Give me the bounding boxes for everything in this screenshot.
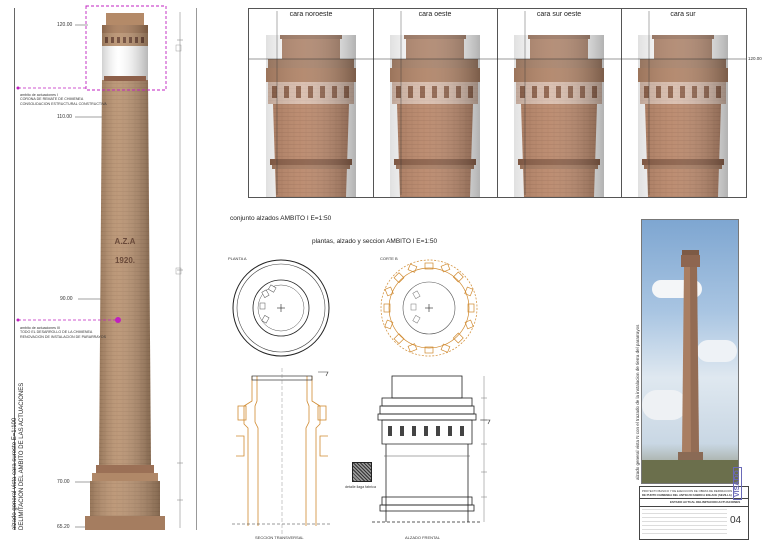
inscription-aza: A.Z.A [115,237,136,246]
crown-level-label: 120.00 [748,56,762,61]
crown-faces-panel: cara noroeste cara oeste cara sur oeste … [248,8,762,198]
elevation-title: alzado general vista cara sureste E=1:10… [12,370,26,530]
detalle-label: detalle llaga fabrica [345,485,376,489]
visado-stamp: VISADO [733,467,742,500]
tb-project2: DE PUNTO CHIMENEA DEL ANTIGUO FABRICA EN… [642,493,732,497]
note-ambito-iii-line2: RENOVACION DE INSTALACION DE PARARRAYOS [20,334,106,339]
note-ambito-i-line2: CONSOLIDACION ESTRUCTURAL CONSTRUCTIVA [20,101,107,106]
elevation-title-line2: DELIMITACION DEL AMBITO DE LAS ACTUACION… [19,382,25,530]
detalle-swatch [352,462,372,482]
plantas-heading: plantas, alzado y seccion AMBITO I E=1:5… [312,238,438,245]
photo-caption: alzado general vista N con el trazado de… [635,324,640,480]
inscription-year: 1920. [115,256,135,265]
elevation-title-line1: alzado general vista cara sureste E=1:10… [12,417,18,530]
tb-divider-1 [640,498,748,499]
alzado-frontal-drawing [372,375,491,523]
note-ambito-iii: ambito de actuaciones III TODO EL DESARR… [20,326,106,339]
planta-a-drawing [232,259,330,357]
corte-b-drawing [380,259,478,357]
site-photo [641,219,739,484]
tb-lines [642,509,727,537]
left-elevation-panel: 120.00 110.00 90.00 70.00 65.20 A.Z.A 19… [0,0,200,543]
tb-plan-title: ESTADO ACTUAL DELIMITACION ACTUACIONES [670,500,741,504]
seccion-transversal-drawing [232,368,332,534]
conjunto-heading: conjunto alzados AMBITO I E=1:50 [230,215,332,222]
crown-faces-drawing [249,11,746,197]
chimney-elevation-drawing: A.Z.A 1920. [16,5,183,530]
photo-chimney [642,250,738,483]
tb-divider-2 [640,506,748,507]
note-ambito-i: ambito de actuaciones I CORONA DE REMATE… [20,93,107,106]
seccion-label: SECCION TRANSVERSAL [255,535,304,540]
tb-plan-number: 04 [730,515,742,526]
alzado-label: ALZADO FRENTAL [405,535,441,540]
